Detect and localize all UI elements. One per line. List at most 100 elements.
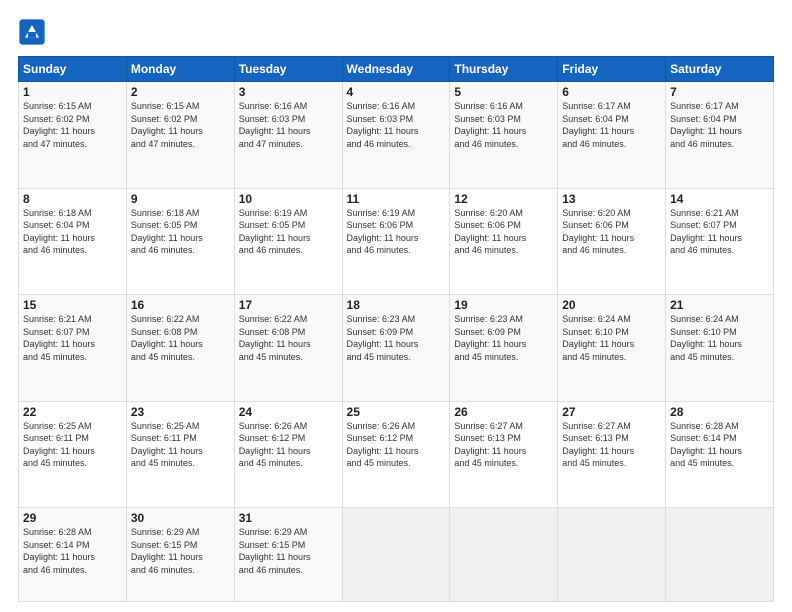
day-info: Sunrise: 6:19 AMSunset: 6:05 PMDaylight:… bbox=[239, 207, 338, 257]
day-info: Sunrise: 6:29 AMSunset: 6:15 PMDaylight:… bbox=[239, 526, 338, 576]
day-cell: 2Sunrise: 6:15 AMSunset: 6:02 PMDaylight… bbox=[126, 82, 234, 189]
day-cell: 20Sunrise: 6:24 AMSunset: 6:10 PMDayligh… bbox=[558, 295, 666, 402]
day-number: 31 bbox=[239, 511, 338, 525]
day-number: 6 bbox=[562, 85, 661, 99]
day-cell: 7Sunrise: 6:17 AMSunset: 6:04 PMDaylight… bbox=[666, 82, 774, 189]
day-cell: 3Sunrise: 6:16 AMSunset: 6:03 PMDaylight… bbox=[234, 82, 342, 189]
day-info: Sunrise: 6:18 AMSunset: 6:05 PMDaylight:… bbox=[131, 207, 230, 257]
logo-icon bbox=[18, 18, 46, 46]
day-info: Sunrise: 6:21 AMSunset: 6:07 PMDaylight:… bbox=[670, 207, 769, 257]
day-number: 24 bbox=[239, 405, 338, 419]
day-cell: 11Sunrise: 6:19 AMSunset: 6:06 PMDayligh… bbox=[342, 188, 450, 295]
day-cell bbox=[450, 508, 558, 602]
day-number: 10 bbox=[239, 192, 338, 206]
day-cell: 16Sunrise: 6:22 AMSunset: 6:08 PMDayligh… bbox=[126, 295, 234, 402]
day-cell: 14Sunrise: 6:21 AMSunset: 6:07 PMDayligh… bbox=[666, 188, 774, 295]
day-cell: 23Sunrise: 6:25 AMSunset: 6:11 PMDayligh… bbox=[126, 401, 234, 508]
day-number: 4 bbox=[347, 85, 446, 99]
day-number: 21 bbox=[670, 298, 769, 312]
day-number: 29 bbox=[23, 511, 122, 525]
day-cell: 27Sunrise: 6:27 AMSunset: 6:13 PMDayligh… bbox=[558, 401, 666, 508]
day-info: Sunrise: 6:18 AMSunset: 6:04 PMDaylight:… bbox=[23, 207, 122, 257]
day-info: Sunrise: 6:17 AMSunset: 6:04 PMDaylight:… bbox=[670, 100, 769, 150]
day-number: 22 bbox=[23, 405, 122, 419]
day-number: 30 bbox=[131, 511, 230, 525]
day-number: 20 bbox=[562, 298, 661, 312]
day-number: 8 bbox=[23, 192, 122, 206]
day-info: Sunrise: 6:23 AMSunset: 6:09 PMDaylight:… bbox=[347, 313, 446, 363]
day-cell: 31Sunrise: 6:29 AMSunset: 6:15 PMDayligh… bbox=[234, 508, 342, 602]
day-info: Sunrise: 6:25 AMSunset: 6:11 PMDaylight:… bbox=[23, 420, 122, 470]
logo bbox=[18, 18, 50, 46]
day-info: Sunrise: 6:23 AMSunset: 6:09 PMDaylight:… bbox=[454, 313, 553, 363]
week-row-5: 29Sunrise: 6:28 AMSunset: 6:14 PMDayligh… bbox=[19, 508, 774, 602]
week-row-3: 15Sunrise: 6:21 AMSunset: 6:07 PMDayligh… bbox=[19, 295, 774, 402]
day-info: Sunrise: 6:21 AMSunset: 6:07 PMDaylight:… bbox=[23, 313, 122, 363]
header-cell-saturday: Saturday bbox=[666, 57, 774, 82]
header-cell-thursday: Thursday bbox=[450, 57, 558, 82]
day-info: Sunrise: 6:26 AMSunset: 6:12 PMDaylight:… bbox=[239, 420, 338, 470]
day-cell: 19Sunrise: 6:23 AMSunset: 6:09 PMDayligh… bbox=[450, 295, 558, 402]
header-cell-tuesday: Tuesday bbox=[234, 57, 342, 82]
day-cell: 18Sunrise: 6:23 AMSunset: 6:09 PMDayligh… bbox=[342, 295, 450, 402]
header-cell-wednesday: Wednesday bbox=[342, 57, 450, 82]
day-info: Sunrise: 6:26 AMSunset: 6:12 PMDaylight:… bbox=[347, 420, 446, 470]
day-info: Sunrise: 6:22 AMSunset: 6:08 PMDaylight:… bbox=[239, 313, 338, 363]
day-number: 26 bbox=[454, 405, 553, 419]
day-cell: 26Sunrise: 6:27 AMSunset: 6:13 PMDayligh… bbox=[450, 401, 558, 508]
day-info: Sunrise: 6:24 AMSunset: 6:10 PMDaylight:… bbox=[670, 313, 769, 363]
header-cell-monday: Monday bbox=[126, 57, 234, 82]
day-cell: 4Sunrise: 6:16 AMSunset: 6:03 PMDaylight… bbox=[342, 82, 450, 189]
header-cell-friday: Friday bbox=[558, 57, 666, 82]
header-cell-sunday: Sunday bbox=[19, 57, 127, 82]
day-info: Sunrise: 6:28 AMSunset: 6:14 PMDaylight:… bbox=[670, 420, 769, 470]
day-number: 16 bbox=[131, 298, 230, 312]
week-row-1: 1Sunrise: 6:15 AMSunset: 6:02 PMDaylight… bbox=[19, 82, 774, 189]
day-number: 18 bbox=[347, 298, 446, 312]
day-number: 19 bbox=[454, 298, 553, 312]
day-number: 23 bbox=[131, 405, 230, 419]
day-cell: 17Sunrise: 6:22 AMSunset: 6:08 PMDayligh… bbox=[234, 295, 342, 402]
day-number: 7 bbox=[670, 85, 769, 99]
day-info: Sunrise: 6:24 AMSunset: 6:10 PMDaylight:… bbox=[562, 313, 661, 363]
header bbox=[18, 18, 774, 46]
day-cell: 5Sunrise: 6:16 AMSunset: 6:03 PMDaylight… bbox=[450, 82, 558, 189]
day-cell: 13Sunrise: 6:20 AMSunset: 6:06 PMDayligh… bbox=[558, 188, 666, 295]
week-row-2: 8Sunrise: 6:18 AMSunset: 6:04 PMDaylight… bbox=[19, 188, 774, 295]
day-number: 9 bbox=[131, 192, 230, 206]
day-info: Sunrise: 6:29 AMSunset: 6:15 PMDaylight:… bbox=[131, 526, 230, 576]
header-row: SundayMondayTuesdayWednesdayThursdayFrid… bbox=[19, 57, 774, 82]
page: SundayMondayTuesdayWednesdayThursdayFrid… bbox=[0, 0, 792, 612]
day-info: Sunrise: 6:22 AMSunset: 6:08 PMDaylight:… bbox=[131, 313, 230, 363]
day-cell: 24Sunrise: 6:26 AMSunset: 6:12 PMDayligh… bbox=[234, 401, 342, 508]
day-cell: 28Sunrise: 6:28 AMSunset: 6:14 PMDayligh… bbox=[666, 401, 774, 508]
day-cell: 22Sunrise: 6:25 AMSunset: 6:11 PMDayligh… bbox=[19, 401, 127, 508]
day-cell bbox=[666, 508, 774, 602]
day-number: 15 bbox=[23, 298, 122, 312]
day-cell: 8Sunrise: 6:18 AMSunset: 6:04 PMDaylight… bbox=[19, 188, 127, 295]
day-number: 5 bbox=[454, 85, 553, 99]
day-number: 17 bbox=[239, 298, 338, 312]
day-number: 11 bbox=[347, 192, 446, 206]
day-cell: 10Sunrise: 6:19 AMSunset: 6:05 PMDayligh… bbox=[234, 188, 342, 295]
day-number: 25 bbox=[347, 405, 446, 419]
day-cell: 12Sunrise: 6:20 AMSunset: 6:06 PMDayligh… bbox=[450, 188, 558, 295]
day-cell bbox=[558, 508, 666, 602]
day-cell: 15Sunrise: 6:21 AMSunset: 6:07 PMDayligh… bbox=[19, 295, 127, 402]
day-number: 14 bbox=[670, 192, 769, 206]
day-number: 27 bbox=[562, 405, 661, 419]
day-cell: 6Sunrise: 6:17 AMSunset: 6:04 PMDaylight… bbox=[558, 82, 666, 189]
day-number: 1 bbox=[23, 85, 122, 99]
day-info: Sunrise: 6:15 AMSunset: 6:02 PMDaylight:… bbox=[131, 100, 230, 150]
day-number: 13 bbox=[562, 192, 661, 206]
day-cell bbox=[342, 508, 450, 602]
day-info: Sunrise: 6:19 AMSunset: 6:06 PMDaylight:… bbox=[347, 207, 446, 257]
day-number: 28 bbox=[670, 405, 769, 419]
calendar-table: SundayMondayTuesdayWednesdayThursdayFrid… bbox=[18, 56, 774, 602]
day-info: Sunrise: 6:16 AMSunset: 6:03 PMDaylight:… bbox=[239, 100, 338, 150]
day-info: Sunrise: 6:16 AMSunset: 6:03 PMDaylight:… bbox=[347, 100, 446, 150]
day-info: Sunrise: 6:15 AMSunset: 6:02 PMDaylight:… bbox=[23, 100, 122, 150]
day-number: 2 bbox=[131, 85, 230, 99]
day-info: Sunrise: 6:28 AMSunset: 6:14 PMDaylight:… bbox=[23, 526, 122, 576]
day-info: Sunrise: 6:17 AMSunset: 6:04 PMDaylight:… bbox=[562, 100, 661, 150]
